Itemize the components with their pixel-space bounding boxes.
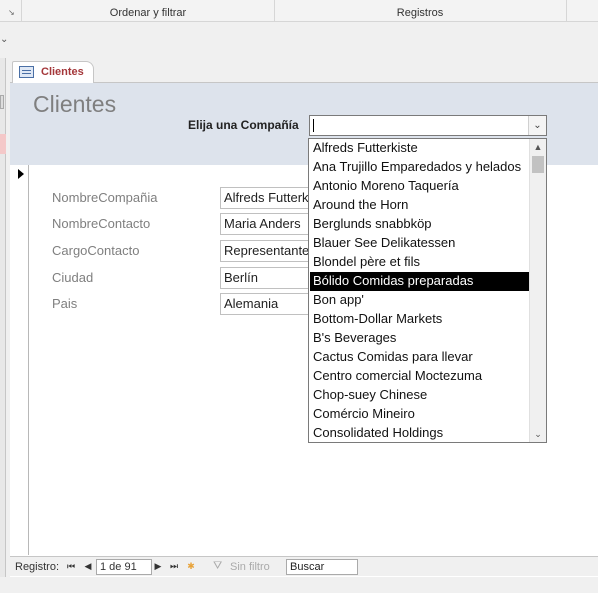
list-item[interactable]: B's Beverages — [310, 329, 529, 348]
navigation-pane[interactable] — [0, 58, 6, 578]
chevron-down-icon[interactable]: ⌄ — [0, 34, 8, 45]
field-pais[interactable]: Alemania — [220, 293, 310, 315]
label-cargo-contacto: CargoContacto — [52, 243, 140, 258]
record-selector[interactable] — [10, 165, 29, 555]
ribbon-group-records: Registros — [396, 7, 444, 19]
field-cargo-contacto[interactable]: Representante de ventas — [220, 240, 310, 262]
first-record-icon[interactable]: ⏮ — [65, 560, 77, 573]
tab-clientes[interactable]: Clientes — [12, 61, 94, 83]
tab-label: Clientes — [41, 66, 84, 78]
chevron-down-icon[interactable]: ⌄ — [528, 116, 546, 135]
list-item[interactable]: Bon app' — [310, 291, 529, 310]
filter-status[interactable]: Sin filtro — [230, 561, 270, 573]
form-icon — [19, 66, 34, 78]
ribbon-separator — [566, 0, 567, 22]
current-record-input[interactable]: 1 de 91 — [96, 559, 152, 575]
status-bar — [0, 577, 598, 593]
field-nombre-compania[interactable]: Alfreds Futterkiste — [220, 187, 310, 209]
text-cursor — [313, 119, 314, 132]
field-nombre-contacto[interactable]: Maria Anders — [220, 213, 310, 235]
list-item[interactable]: Centro comercial Moctezuma — [310, 367, 529, 386]
ribbon-collapse-bar: ⌄ — [0, 22, 598, 58]
last-record-icon[interactable]: ⏭ — [168, 560, 180, 573]
company-combo-label: Elija una Compañía — [188, 118, 299, 132]
record-label: Registro: — [15, 561, 60, 573]
nav-pane-toggle[interactable] — [0, 95, 4, 109]
previous-record-icon[interactable]: ◀ — [82, 560, 94, 573]
list-item[interactable]: Alfreds Futterkiste — [310, 139, 529, 158]
new-record-icon[interactable]: ✱ — [185, 560, 197, 573]
document-tabs: Clientes — [10, 60, 598, 83]
list-item[interactable]: Ana Trujillo Emparedados y helados — [310, 158, 529, 177]
list-item[interactable]: Around the Horn — [310, 196, 529, 215]
label-nombre-compania: NombreCompañia — [52, 190, 158, 205]
list-item[interactable]: Consolidated Holdings — [310, 424, 529, 442]
next-record-icon[interactable]: ▶ — [152, 560, 164, 573]
dropdown-scrollbar[interactable]: ▲ ⌄ — [529, 139, 546, 442]
ribbon: ↘ Ordenar y filtrar Registros — [0, 0, 598, 22]
list-item[interactable]: Comércio Mineiro — [310, 405, 529, 424]
list-item[interactable]: Cactus Comidas para llevar — [310, 348, 529, 367]
scroll-up-icon[interactable]: ▲ — [530, 139, 546, 155]
list-item[interactable]: Antonio Moreno Taquería — [310, 177, 529, 196]
search-input[interactable]: Buscar — [286, 559, 358, 575]
list-item[interactable]: Blondel père et fils — [310, 253, 529, 272]
form-title: Clientes — [33, 91, 117, 117]
list-item[interactable]: Bottom-Dollar Markets — [310, 310, 529, 329]
label-nombre-contacto: NombreContacto — [52, 216, 151, 231]
filter-icon[interactable]: ⛛ — [213, 560, 226, 573]
nav-pane-marker — [0, 134, 6, 154]
scroll-thumb[interactable] — [532, 156, 544, 173]
list-item[interactable]: Berglunds snabbköp — [310, 215, 529, 234]
list-item[interactable]: Blauer See Delikatessen — [310, 234, 529, 253]
label-ciudad: Ciudad — [52, 270, 94, 285]
dialog-launcher-icon[interactable]: ↘ — [8, 8, 17, 17]
field-ciudad[interactable]: Berlín — [220, 267, 310, 289]
list-item[interactable]: Chop-suey Chinese — [310, 386, 529, 405]
company-dropdown-list[interactable]: Alfreds Futterkiste Ana Trujillo Empared… — [308, 138, 547, 443]
ribbon-group-sort-filter: Ordenar y filtrar — [109, 7, 187, 19]
scroll-down-icon[interactable]: ⌄ — [530, 426, 546, 442]
list-item-selected[interactable]: Bólido Comidas preparadas — [310, 272, 529, 291]
current-record-arrow-icon — [18, 169, 24, 179]
company-combobox[interactable]: ⌄ — [309, 115, 547, 136]
record-navigation-bar: Registro: ⏮ ◀ 1 de 91 ▶ ⏭ ✱ ⛛ Sin filtro… — [10, 556, 598, 576]
label-pais: Pais — [52, 296, 78, 311]
